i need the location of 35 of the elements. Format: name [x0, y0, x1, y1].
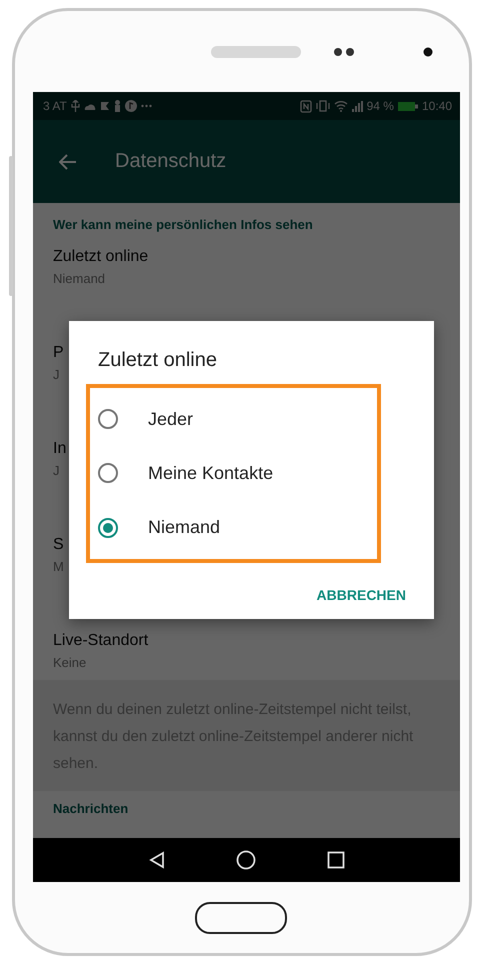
radio-button[interactable] [98, 463, 118, 484]
screen-title: Datenschutz [115, 150, 226, 173]
recents-icon[interactable] [326, 851, 344, 869]
setting-title[interactable]: P [53, 344, 64, 362]
battery-icon [398, 102, 418, 110]
option-label[interactable]: Meine Kontakte [148, 462, 274, 484]
signal-icon [352, 100, 363, 112]
nfc-icon [300, 100, 312, 112]
radio-button[interactable] [98, 518, 118, 538]
back-icon[interactable] [148, 851, 164, 869]
section-header: Nachrichten [53, 801, 130, 816]
clock: 10:40 [422, 99, 452, 113]
setting-title[interactable]: Zuletzt online [53, 248, 148, 266]
wifi-icon [334, 100, 348, 112]
carrier-label: 3 AT [43, 99, 67, 113]
section-header: Wer kann meine persönlichen Infos sehen [53, 217, 313, 232]
cancel-button[interactable]: ABBRECHEN [306, 581, 416, 609]
dialog-title: Zuletzt online [97, 349, 217, 372]
setting-title[interactable]: Live-Standort [53, 632, 148, 650]
battery-percent: 94 % [366, 99, 394, 113]
vibrate-icon [316, 100, 330, 112]
cloud-icon [84, 102, 96, 110]
usb-icon [70, 100, 80, 112]
back-arrow-icon[interactable] [59, 154, 77, 170]
flag-icon [100, 100, 110, 112]
setting-title[interactable]: S [53, 536, 64, 554]
option-label[interactable]: Jeder [148, 408, 194, 430]
radio-button[interactable] [98, 409, 118, 430]
setting-title[interactable]: In [53, 440, 66, 458]
person-icon [114, 100, 121, 112]
option-label[interactable]: Niemand [148, 517, 220, 538]
home-button[interactable] [195, 902, 287, 934]
home-icon[interactable] [236, 850, 256, 870]
more-icon [140, 104, 152, 108]
camera-icon [423, 46, 433, 56]
